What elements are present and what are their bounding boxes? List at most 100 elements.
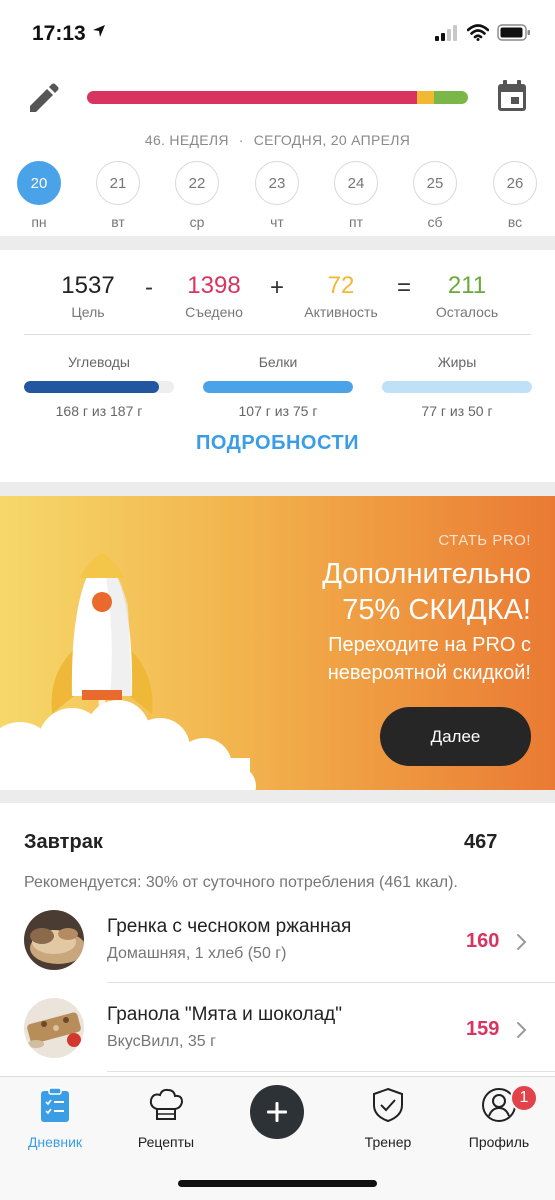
promo-headline: Дополнительно 75% СКИДКА! [322, 556, 531, 628]
food-name: Гренка с чесноком ржанная [107, 916, 352, 937]
remaining-label: Осталось [435, 304, 499, 320]
carbs-macro: Углеводы 168 г из 187 г [24, 354, 174, 419]
activity-value: 72 [327, 272, 355, 299]
status-time: 17:13 [32, 22, 86, 45]
progress-segment-2 [416, 91, 434, 104]
tab-coach[interactable]: Тренер [333, 1087, 443, 1150]
food-calories: 160 [466, 930, 500, 952]
day-tue[interactable]: 21 вт [95, 161, 141, 230]
edit-pencil-icon[interactable] [26, 82, 60, 121]
eaten-value: 1398 [187, 272, 241, 299]
day-wed[interactable]: 22 ср [174, 161, 220, 230]
protein-macro: Белки 107 г из 75 г [203, 354, 353, 419]
eaten-block: 1398 Съедено [164, 272, 264, 320]
diary-header: 46. НЕДЕЛЯ · СЕГОДНЯ, 20 АПРЕЛЯ 20 пн 21 в… [0, 66, 555, 236]
breakfast-card: Завтрак 467 Рекомендуется: 30% от суточн… [0, 803, 555, 1083]
day-number: 25 [413, 161, 457, 205]
day-number: 24 [334, 161, 378, 205]
tab-label: Рецепты [137, 1134, 195, 1150]
carbs-bar-fill [24, 381, 159, 393]
week-label: 46. НЕДЕЛЯ [144, 132, 229, 148]
goal-label: Цель [71, 304, 105, 320]
food-meta: Домашняя, 1 хлеб (50 г) [107, 945, 287, 962]
carbs-bar [24, 381, 174, 393]
fat-value: 77 г из 50 г [421, 403, 493, 419]
day-fri[interactable]: 24 пт [333, 161, 379, 230]
tab-diary[interactable]: Дневник [0, 1087, 110, 1150]
activity-label: Активность [304, 304, 378, 320]
day-number: 21 [96, 161, 140, 205]
food-name: Гранола "Мята и шоколад" [107, 1004, 342, 1025]
protein-bar-fill [203, 381, 353, 393]
calendar-icon[interactable] [496, 79, 528, 118]
day-number: 23 [255, 161, 299, 205]
rocket-illustration [0, 552, 256, 790]
row-divider [107, 982, 555, 983]
day-name: вт [111, 214, 125, 230]
food-photo-toast [24, 910, 84, 970]
meal-calories: 467 [464, 831, 498, 853]
shield-check-icon [373, 1087, 403, 1123]
day-sun[interactable]: 26 вс [492, 161, 538, 230]
food-item-granola[interactable]: Гранола "Мята и шоколад" ВкусВилл, 35 г … [0, 998, 555, 1076]
fat-bar [382, 381, 532, 393]
week-days: 20 пн 21 вт 22 ср 23 чт 24 пт 25 сб 26 в… [0, 161, 555, 231]
goal-value: 1537 [61, 272, 115, 299]
progress-segment-1 [87, 91, 417, 104]
tab-recipes[interactable]: Рецепты [111, 1087, 221, 1150]
wifi-icon [466, 24, 490, 46]
protein-label: Белки [258, 354, 298, 370]
plus-sign: + [270, 274, 285, 301]
details-link[interactable]: ПОДРОБНОСТИ [0, 432, 555, 455]
carbs-label: Углеводы [67, 354, 130, 370]
meal-recommendation: Рекомендуется: 30% от суточного потребле… [24, 874, 458, 891]
tab-label: Дневник [27, 1134, 83, 1150]
protein-bar [203, 381, 353, 393]
chevron-right-icon [516, 1021, 528, 1044]
clipboard-icon [41, 1087, 69, 1122]
equals-sign: = [397, 274, 412, 301]
notification-badge: 1 [510, 1084, 538, 1112]
fat-bar-fill [382, 381, 532, 393]
day-name: чт [270, 214, 284, 230]
promo-subtitle-line-1: Переходите на PRO с [328, 634, 531, 656]
day-mon[interactable]: 20 пн [16, 161, 62, 230]
remaining-block: 211 Осталось [417, 272, 517, 320]
separator-dot: · [238, 132, 244, 148]
promo-subtitle-line-2: невероятной скидкой! [327, 662, 531, 684]
promo-headline-line-1: Дополнительно [322, 558, 531, 590]
fat-macro: Жиры 77 г из 50 г [382, 354, 532, 419]
calorie-summary-card: 1537 Цель - 1398 Съедено + 72 Активность… [0, 250, 555, 482]
food-photo-granola [24, 998, 84, 1058]
tab-label: Тренер [364, 1134, 412, 1150]
add-entry-button[interactable] [250, 1085, 304, 1139]
day-name: ср [189, 214, 205, 230]
chef-hat-icon [149, 1088, 184, 1120]
home-indicator [178, 1180, 377, 1187]
carbs-value: 168 г из 187 г [55, 403, 143, 419]
day-sat[interactable]: 25 сб [412, 161, 458, 230]
week-date-line: 46. НЕДЕЛЯ · СЕГОДНЯ, 20 АПРЕЛЯ [0, 132, 555, 148]
promo-next-button[interactable]: Далее [380, 707, 531, 766]
pro-promo-banner[interactable]: СТАТЬ PRO! Дополнительно 75% СКИДКА! Пер… [0, 496, 555, 790]
daily-calorie-progress-bar [87, 91, 468, 104]
food-meta: ВкусВилл, 35 г [107, 1033, 216, 1050]
day-number: 20 [17, 161, 61, 205]
day-name: пн [31, 214, 47, 230]
date-label: СЕГОДНЯ, 20 АПРЕЛЯ [253, 132, 411, 148]
battery-icon [497, 24, 531, 46]
promo-headline-line-2: 75% СКИДКА! [342, 594, 531, 626]
day-number: 26 [493, 161, 537, 205]
day-name: вс [507, 214, 523, 230]
divider [24, 334, 531, 335]
promo-eyebrow: СТАТЬ PRO! [438, 532, 531, 549]
meal-title[interactable]: Завтрак [24, 831, 103, 854]
food-calories: 159 [466, 1018, 500, 1040]
plus-icon [267, 1102, 287, 1122]
day-number: 22 [175, 161, 219, 205]
day-name: пт [349, 214, 363, 230]
tab-label: Профиль [468, 1134, 530, 1150]
food-item-toast[interactable]: Гренка с чесноком ржанная Домашняя, 1 хл… [0, 910, 555, 988]
day-thu[interactable]: 23 чт [254, 161, 300, 230]
location-arrow-icon [92, 24, 106, 43]
